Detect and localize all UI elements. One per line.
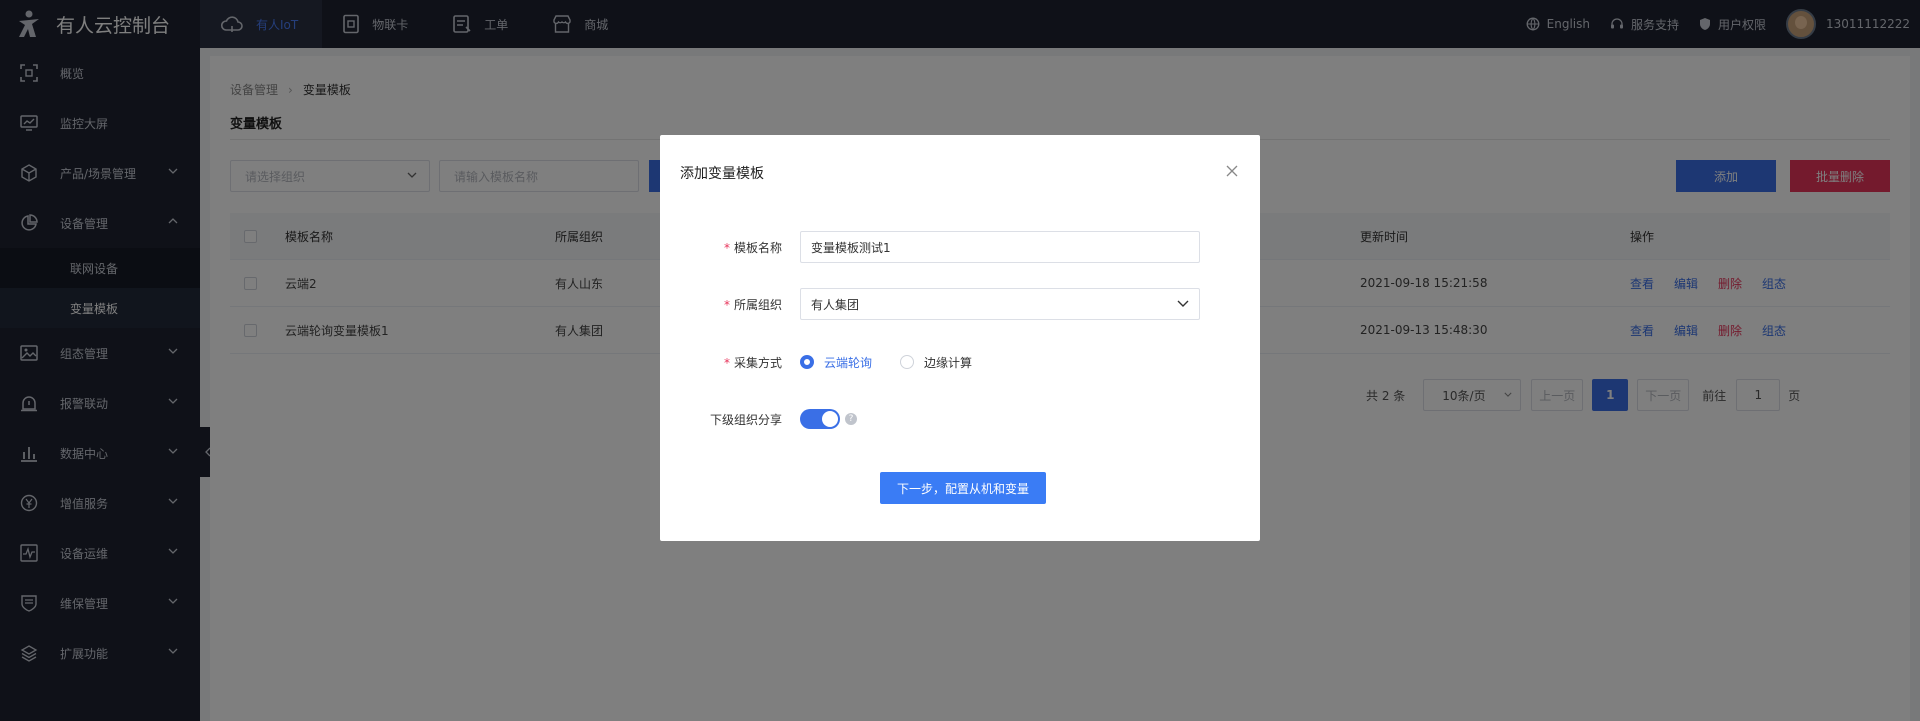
radio-cloud-polling[interactable] — [800, 355, 814, 369]
org-select-value: 有人集团 — [811, 297, 860, 312]
close-icon[interactable] — [1226, 165, 1238, 177]
org-field-label: * 所属组织 — [723, 297, 782, 312]
share-toggle[interactable] — [800, 409, 840, 429]
name-field-label-text: 模板名称 — [733, 240, 782, 255]
org-select-field[interactable]: 有人集团 — [800, 288, 1200, 320]
radio-cloud-polling-label[interactable]: 云端轮询 — [824, 354, 872, 371]
method-field-label: * 采集方式 — [723, 355, 782, 370]
help-icon[interactable]: ? — [845, 413, 857, 425]
add-template-dialog: 添加变量模板 * 模板名称 变量模板测试1 * 所属组织 有人集团 * 采集方式 云端… — [660, 135, 1260, 541]
form-row-org: * 所属组织 有人集团 — [660, 288, 1260, 320]
template-name-value: 变量模板测试1 — [811, 240, 891, 255]
next-step-button[interactable]: 下一步，配置从机和变量 — [880, 472, 1046, 504]
dialog-title: 添加变量模板 — [680, 166, 764, 182]
radio-edge-computing[interactable] — [900, 355, 915, 369]
method-radio-group: 云端轮询 边缘计算 — [800, 354, 1000, 371]
name-field-label: * 模板名称 — [723, 240, 782, 255]
share-field-label: 下级组织分享 — [709, 412, 782, 427]
org-field-label-text: 所属组织 — [733, 297, 782, 312]
form-row-share: 下级组织分享 ? — [660, 403, 1260, 435]
template-name-field[interactable]: 变量模板测试1 — [800, 231, 1200, 263]
form-row-method: * 采集方式 云端轮询 边缘计算 — [660, 346, 1260, 378]
chevron-down-icon — [1177, 300, 1189, 307]
radio-edge-computing-label[interactable]: 边缘计算 — [924, 354, 972, 371]
form-row-name: * 模板名称 变量模板测试1 — [660, 231, 1260, 263]
method-field-label-text: 采集方式 — [733, 355, 782, 370]
